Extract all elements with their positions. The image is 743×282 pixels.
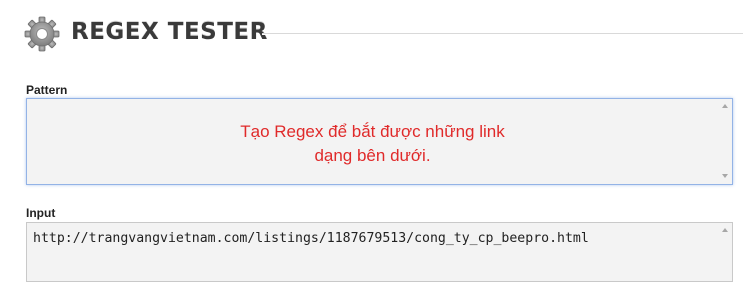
pattern-textarea[interactable]: Tạo Regex để bắt được những link dạng bê… — [26, 98, 733, 185]
scroll-up-arrow-icon[interactable] — [722, 228, 728, 232]
app-header: REGEX TESTER — [0, 0, 743, 70]
scroll-up-arrow-icon[interactable] — [722, 104, 728, 108]
pattern-value[interactable]: Tạo Regex để bắt được những link dạng bê… — [27, 120, 718, 168]
gear-icon — [24, 16, 60, 52]
app-title: REGEX TESTER — [71, 19, 268, 45]
input-label: Input — [26, 206, 56, 220]
input-value[interactable]: http://trangvangvietnam.com/listings/118… — [33, 231, 589, 246]
pattern-scrollbar[interactable] — [718, 99, 732, 184]
input-scrollbar[interactable] — [718, 223, 732, 281]
pattern-label: Pattern — [26, 83, 68, 97]
input-textarea[interactable]: http://trangvangvietnam.com/listings/118… — [26, 222, 733, 282]
header-divider — [262, 33, 743, 35]
scroll-down-arrow-icon[interactable] — [722, 174, 728, 178]
